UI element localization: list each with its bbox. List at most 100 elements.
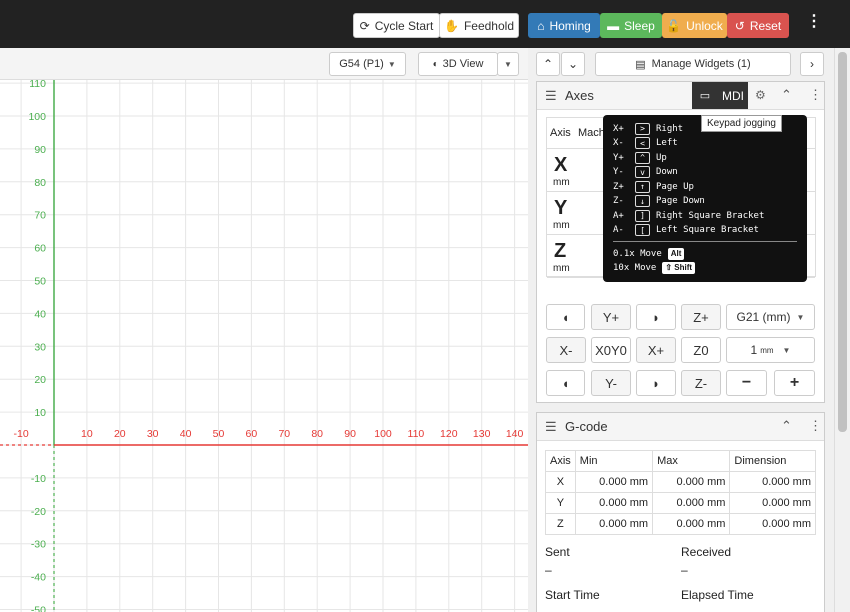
refresh-icon: ⟳ — [359, 18, 370, 33]
gcode-value-cell: 0.000 mm — [652, 513, 731, 535]
jog-direction: X+ — [613, 123, 624, 134]
jog-yplus-button[interactable]: Y+ — [591, 304, 631, 330]
jog-yminus-button[interactable]: Y- — [591, 370, 631, 396]
more-menu-icon[interactable]: ⋮ — [806, 14, 822, 30]
view-dropdown[interactable]: ▼ — [497, 52, 519, 76]
keypad-shortcut-row: A+] Right Square Bracket — [613, 209, 764, 222]
y-tick-label: 20 — [34, 374, 46, 386]
jog-xminus-yplus-button[interactable]: ◖ — [546, 304, 585, 330]
decrease-step-button[interactable]: − — [726, 370, 767, 396]
expand-all-button[interactable]: ⌄ — [561, 52, 585, 76]
list-icon: ▤ — [635, 58, 646, 71]
shift-key-chip: ⇧ Shift — [662, 261, 696, 274]
key-label: Left Square Bracket — [656, 225, 759, 235]
caret-down-icon: ▼ — [782, 345, 791, 355]
go-to-xy-zero-button[interactable]: X0Y0 — [591, 337, 631, 363]
jog-direction: Y+ — [613, 152, 624, 163]
key-cap-icon: < — [635, 137, 650, 149]
axis-unit: mm — [553, 220, 570, 231]
axis-unit: mm — [553, 263, 570, 274]
mdi-button[interactable]: MDI — [718, 82, 748, 109]
wcs-dropdown[interactable]: G54 (P1) ▼ — [329, 52, 406, 76]
y-tick-label: 80 — [34, 177, 46, 189]
arrow-down-left-icon: ◖ — [561, 375, 570, 391]
keypad-button[interactable]: ▭ — [692, 82, 718, 109]
gear-icon[interactable]: ⚙ — [755, 88, 766, 102]
chevron-up-icon[interactable]: ⌃ — [781, 87, 792, 103]
reset-button[interactable]: ↺ Reset — [727, 13, 789, 38]
gcode-bounds-table: Axis Min Max Dimension X 0.000 mm 0.000 mm 0.0… — [545, 450, 816, 535]
panel-scrollbar[interactable] — [834, 48, 850, 612]
key-cap-icon: ] — [635, 209, 650, 222]
axes-widget-header: ☰ Axes ▭ MDI ⚙ ⌃ ⋮ — [537, 82, 824, 110]
jog-step-dropdown[interactable]: 1 mm ▼ — [726, 337, 815, 363]
x-tick-label: 140 — [506, 428, 524, 440]
gcode-value-cell: 0.000 mm — [652, 471, 731, 493]
x-tick-label: 20 — [114, 428, 126, 440]
x-tick-label: 130 — [473, 428, 491, 440]
y-tick-label: 40 — [34, 308, 46, 320]
jog-zplus-button[interactable]: Z+ — [681, 304, 721, 330]
y-tick-label: 70 — [34, 210, 46, 222]
jog-direction: A- — [613, 225, 624, 235]
keypad-shortcut-row: X+ > Right — [613, 122, 683, 135]
gcode-row: Z 0.000 mm 0.000 mm 0.000 mm — [545, 513, 816, 535]
x-tick-label: -10 — [14, 428, 29, 440]
homing-button[interactable]: ⌂ Homing — [528, 13, 600, 38]
jog-xminus-yminus-button[interactable]: ◖ — [546, 370, 585, 396]
manage-widgets-button[interactable]: ▤ Manage Widgets (1) — [595, 52, 791, 76]
keypad-tooltip: Keypad jogging — [701, 115, 782, 132]
axis-name: Z — [554, 240, 567, 262]
key-cap-icon: [ — [635, 224, 650, 236]
coarse-move-row: 10x Move ⇧ Shift — [613, 261, 696, 274]
arrow-up-left-icon: ◖ — [561, 309, 570, 325]
drag-handle-icon[interactable]: ☰ — [545, 88, 557, 104]
jog-xplus-yplus-button[interactable]: ◗ — [636, 304, 676, 330]
key-label: Down — [656, 167, 678, 177]
y-tick-label: -40 — [31, 572, 46, 584]
gcode-column-header: Min — [574, 450, 654, 472]
jog-zminus-button[interactable]: Z- — [681, 370, 721, 396]
key-label: Right Square Bracket — [656, 210, 765, 221]
go-to-z-zero-button[interactable]: Z0 — [681, 337, 721, 363]
drag-handle-icon[interactable]: ☰ — [545, 419, 557, 435]
gcode-value-cell: 0.000 mm — [574, 492, 654, 514]
key-label: Page Down — [656, 196, 705, 206]
visualizer[interactable]: -10 10 20 30 40 50 60 70 80 90 100 110 120 130 140 110 1… — [0, 48, 528, 612]
collapse-all-button[interactable]: ⌃ — [536, 52, 560, 76]
keypad-shortcut-row: X- < Left — [613, 137, 678, 150]
visualizer-grid: -10 10 20 30 40 50 60 70 80 90 100 110 120 130 1401101… — [0, 49, 528, 612]
y-tick-label: -30 — [31, 539, 46, 551]
sleep-button[interactable]: ▬ Sleep — [600, 13, 662, 38]
caret-down-icon: ▼ — [504, 59, 512, 69]
key-label: Left — [656, 138, 678, 148]
key-cap-icon: ^ — [635, 151, 650, 164]
more-icon[interactable]: ⋮ — [809, 87, 822, 103]
keypad-divider — [613, 241, 797, 242]
feedhold-button[interactable]: ✋ Feedhold — [439, 13, 519, 38]
gcode-column-header: Axis — [545, 450, 576, 472]
next-button[interactable]: › — [800, 52, 824, 76]
gcode-value-cell: 0.000 mm — [729, 513, 816, 535]
machine-column-header: Mach — [578, 127, 605, 139]
chevron-up-icon[interactable]: ⌃ — [781, 418, 792, 434]
jog-direction: Z+ — [613, 181, 624, 192]
x-tick-label: 90 — [344, 428, 356, 440]
view-toggle-button[interactable]: ◐ 3D View — [418, 52, 498, 76]
unlock-button[interactable]: 🔓 Unlock — [662, 13, 727, 38]
jog-xplus-yminus-button[interactable]: ◗ — [636, 370, 676, 396]
x-tick-label: 100 — [374, 428, 392, 440]
jog-xplus-button[interactable]: X+ — [636, 337, 676, 363]
y-tick-label: -10 — [31, 473, 46, 485]
jog-xminus-button[interactable]: X- — [546, 337, 586, 363]
x-tick-label: 80 — [311, 428, 323, 440]
x-tick-label: 120 — [440, 428, 458, 440]
increase-step-button[interactable]: + — [774, 370, 815, 396]
more-icon[interactable]: ⋮ — [809, 418, 822, 434]
gcode-value-cell: 0.000 mm — [574, 471, 654, 493]
units-dropdown[interactable]: G21 (mm) ▼ — [726, 304, 815, 330]
sent-label: Sent — [545, 545, 570, 559]
scrollbar-thumb[interactable] — [838, 52, 847, 432]
cycle-start-button[interactable]: ⟳ Cycle Start — [353, 13, 440, 38]
keypad-shortcut-row: A- [ Left Square Bracket — [613, 224, 759, 237]
